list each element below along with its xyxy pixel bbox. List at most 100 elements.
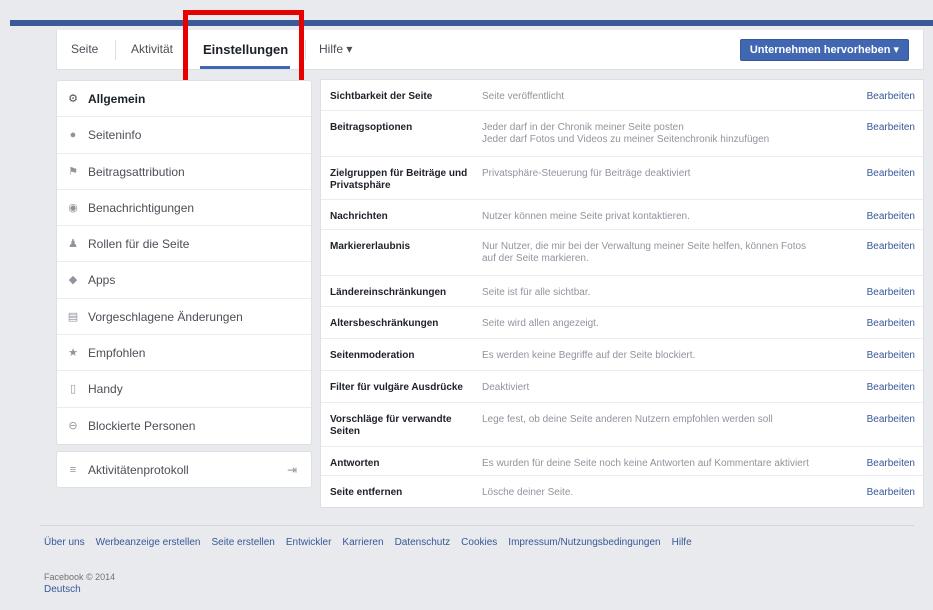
setting-description-line: Seite veröffentlicht [482, 91, 565, 102]
promote-business-button[interactable]: Unternehmen hervorheben ▾ [739, 39, 909, 61]
setting-name-line: Antworten [330, 458, 380, 469]
settings-row: Sichtbarkeit der Seite Seite veröffentlic… [321, 80, 923, 111]
sidebar-item-label: Handy [88, 382, 123, 397]
setting-name-line: Altersbeschränkungen [330, 318, 439, 329]
person-icon: ♟ [68, 238, 78, 251]
footer-link[interactable]: Werbeanzeige erstellen [96, 537, 201, 548]
setting-description: Nutzer können meine Seite privat kontakt… [482, 211, 847, 223]
calendar-icon: ▤ [67, 310, 79, 323]
footer-link[interactable]: Über uns [44, 537, 85, 548]
list-icon: ≡ [69, 464, 77, 476]
sidebar-item-0[interactable]: ⚙ Allgemein [57, 81, 311, 118]
sidebar-item-6[interactable]: ▤ Vorgeschlagene Änderungen [57, 299, 311, 336]
setting-name-line: Seitenmoderation [330, 350, 415, 361]
setting-name: Vorschläge für verwandte Seiten [330, 414, 480, 438]
active-tab-underline [200, 66, 290, 69]
sidebar-item-9[interactable]: ⊖ Blockierte Personen [57, 408, 311, 444]
setting-name-line: Privatsphäre [330, 180, 391, 191]
setting-description-line: Nur Nutzer, die mir bei der Verwaltung m… [482, 241, 807, 252]
edit-link[interactable]: Bearbeiten [867, 241, 915, 253]
sidebar-item-label: Seiteninfo [88, 128, 142, 143]
edit-link[interactable]: Bearbeiten [867, 287, 915, 299]
flag-icon: ⚑ [68, 165, 78, 178]
globe-icon: ◉ [68, 201, 78, 214]
sidebar-item-label: Allgemein [88, 92, 146, 106]
exit-icon[interactable]: ⇥ [287, 452, 297, 488]
setting-name: Nachrichten [330, 211, 480, 223]
edit-link[interactable]: Bearbeiten [867, 168, 915, 180]
footer-link[interactable]: Impressum/Nutzungsbedingungen [508, 537, 660, 548]
settings-row: Vorschläge für verwandte Seiten Lege fest,… [321, 403, 923, 447]
sidebar-item-8[interactable]: ▯ Handy [57, 371, 311, 408]
edit-link[interactable]: Bearbeiten [867, 382, 915, 394]
settings-row: Filter für vulgäre Ausdrücke Deaktiviert B… [321, 371, 923, 403]
footer-link[interactable]: Datenschutz [395, 537, 451, 548]
sidebar-item-5[interactable]: ◆ Apps [57, 262, 311, 299]
edit-link[interactable]: Bearbeiten [867, 211, 915, 223]
settings-row: Seite entfernen Lösche deiner Seite. Bearb… [321, 476, 923, 507]
footer-divider [40, 525, 914, 526]
setting-name: Markiererlaubnis [330, 241, 480, 253]
cube-icon: ◆ [68, 274, 78, 287]
setting-description-line: Lösche deiner Seite. [482, 487, 574, 498]
info-icon: ● [69, 129, 77, 142]
tab-seite[interactable]: Seite [71, 30, 98, 69]
sidebar-item-2[interactable]: ⚑ Beitragsattribution [57, 154, 311, 190]
footer-link[interactable]: Hilfe [672, 537, 692, 548]
setting-name-line: Filter für vulgäre Ausdrücke [330, 382, 463, 393]
settings-row: Antworten Es wurden für deine Seite noch … [321, 447, 923, 476]
footer-link[interactable]: Entwickler [286, 537, 332, 548]
setting-description: Seite ist für alle sichtbar. [482, 287, 847, 299]
setting-description-line: Deaktiviert [482, 382, 530, 393]
page-tab-bar: Seite Aktivität Einstellungen Hilfe ▾ Un… [56, 30, 924, 70]
edit-link[interactable]: Bearbeiten [867, 458, 915, 470]
edit-link[interactable]: Bearbeiten [867, 122, 915, 134]
settings-row: Seitenmoderation Es werden keine Begriffe… [321, 339, 923, 371]
tab-aktivitaet[interactable]: Aktivität [131, 30, 173, 69]
language-link[interactable]: Deutsch [44, 584, 81, 595]
settings-row: Ländereinschränkungen Seite ist für alle … [321, 276, 923, 307]
tab-divider [185, 40, 186, 60]
footer-link[interactable]: Karrieren [342, 537, 383, 548]
sidebar-item-activity-log[interactable]: ≡ Aktivitätenprotokoll ⇥ [57, 452, 311, 488]
sidebar-item-label: Apps [88, 273, 116, 288]
edit-link[interactable]: Bearbeiten [867, 350, 915, 362]
setting-description: Es wurden für deine Seite noch keine Ant… [482, 458, 847, 470]
tab-divider [305, 40, 306, 60]
edit-link[interactable]: Bearbeiten [867, 414, 915, 426]
setting-name-line: Nachrichten [330, 211, 388, 222]
star-icon: ★ [68, 347, 78, 360]
setting-name-line: Seiten [330, 426, 361, 437]
setting-description-line: Jeder darf in der Chronik meiner Seite p… [482, 122, 684, 133]
sidebar-item-4[interactable]: ♟ Rollen für die Seite [57, 226, 311, 263]
setting-description: Nur Nutzer, die mir bei der Verwaltung m… [482, 241, 847, 265]
sidebar-item-label: Beitragsattribution [88, 164, 185, 179]
setting-description-line: Es werden keine Begriffe auf der Seite b… [482, 350, 696, 361]
tab-hilfe[interactable]: Hilfe ▾ [319, 30, 352, 69]
setting-name: Seitenmoderation [330, 350, 480, 362]
settings-table: Sichtbarkeit der Seite Seite veröffentlic… [320, 79, 924, 508]
sidebar-item-3[interactable]: ◉ Benachrichtigungen [57, 190, 311, 227]
blue-header-strip [10, 20, 933, 26]
setting-description: Lege fest, ob deine Seite anderen Nutzer… [482, 414, 847, 426]
setting-name: Filter für vulgäre Ausdrücke [330, 382, 480, 394]
setting-name: Zielgruppen für Beiträge und Privatsphäre [330, 168, 480, 192]
footer-links: Über uns Werbeanzeige erstellen Seite erst… [44, 537, 703, 548]
edit-link[interactable]: Bearbeiten [867, 318, 915, 330]
setting-description: Seite wird allen angezeigt. [482, 318, 847, 330]
settings-row: Beitragsoptionen Jeder darf in der Chroni… [321, 111, 923, 157]
gear-icon: ⚙ [68, 93, 78, 105]
footer-link[interactable]: Seite erstellen [211, 537, 274, 548]
footer-link[interactable]: Cookies [461, 537, 497, 548]
top-bar [0, 0, 933, 26]
tab-einstellungen[interactable]: Einstellungen [203, 30, 288, 69]
setting-description-line: Jeder darf Fotos und Videos zu meiner Se… [482, 134, 770, 145]
setting-description: Seite veröffentlicht [482, 91, 847, 103]
edit-link[interactable]: Bearbeiten [867, 487, 915, 499]
sidebar-item-7[interactable]: ★ Empfohlen [57, 335, 311, 372]
setting-name-line: Markiererlaubnis [330, 241, 411, 252]
sidebar-item-1[interactable]: ● Seiteninfo [57, 117, 311, 154]
setting-name-line: Zielgruppen für Beiträge und [330, 168, 468, 179]
setting-description-line: Es wurden für deine Seite noch keine Ant… [482, 458, 809, 469]
edit-link[interactable]: Bearbeiten [867, 91, 915, 103]
